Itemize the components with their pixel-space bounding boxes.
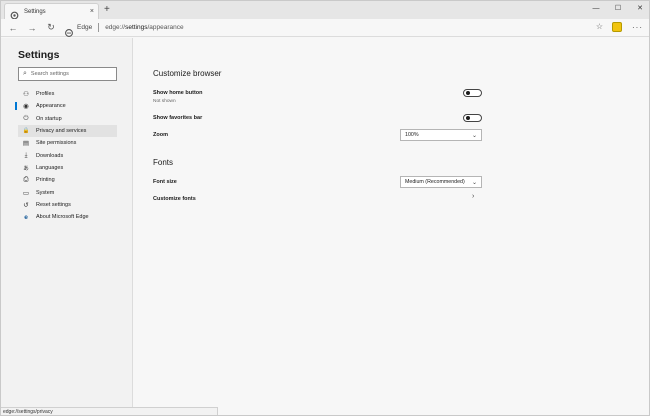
sidebar-item-profiles[interactable]: ⚇ Profiles	[18, 88, 117, 100]
forward-button[interactable]: →	[25, 21, 39, 35]
sidebar-item-printing[interactable]: ⎙ Printing	[18, 174, 117, 186]
edge-logo-icon: e	[24, 213, 28, 221]
search-icon: ⌕	[23, 70, 27, 77]
show-favorites-label: Show favorites bar	[153, 115, 203, 121]
reset-icon: ↺	[23, 201, 29, 209]
font-size-value: Medium (Recommended)	[405, 179, 465, 185]
zoom-label: Zoom	[153, 132, 168, 138]
zoom-value: 100%	[405, 132, 419, 138]
tab-settings[interactable]: Settings ×	[4, 3, 99, 20]
show-home-label: Show home button	[153, 90, 203, 96]
section-title-customize: Customize browser	[153, 69, 222, 78]
section-title-fonts: Fonts	[153, 158, 174, 167]
chevron-right-icon[interactable]: ›	[472, 193, 474, 200]
zoom-dropdown[interactable]: 100% ⌄	[400, 129, 482, 141]
url-path: /appearance	[147, 24, 184, 31]
settings-sidebar: Settings ⌕ ⚇ Profiles ◉ Appearance ⏻ On …	[1, 38, 133, 408]
palette-icon: ◉	[23, 103, 29, 111]
tab-strip: Settings × + — ☐ ✕	[1, 1, 649, 20]
search-input[interactable]	[30, 71, 111, 77]
new-tab-button[interactable]: +	[104, 4, 110, 16]
sidebar-item-about[interactable]: e About Microsoft Edge	[18, 211, 117, 223]
font-size-dropdown[interactable]: Medium (Recommended) ⌄	[400, 176, 482, 188]
download-icon: ⤓	[24, 151, 28, 159]
more-menu-icon[interactable]: ···	[632, 23, 643, 32]
tab-title: Settings	[24, 8, 46, 15]
lock-icon: 🔒	[22, 128, 30, 135]
font-size-label: Font size	[153, 179, 177, 185]
url-host: settings	[125, 24, 148, 31]
toggle-knob	[466, 116, 470, 120]
search-box[interactable]: ⌕	[18, 67, 117, 81]
toolbar: ← → ↻ Edge edge://settings/appearance ☆ …	[1, 19, 649, 37]
browser-window: Settings × + — ☐ ✕ ← → ↻ Edge edge://set…	[0, 0, 650, 416]
chevron-down-icon: ⌄	[471, 179, 477, 186]
permissions-icon: ▤	[22, 140, 30, 148]
sidebar-item-label: Reset settings	[36, 201, 71, 208]
minimize-button[interactable]: —	[585, 1, 607, 15]
sidebar-item-label: System	[36, 189, 55, 196]
address-brand: Edge	[77, 24, 93, 31]
address-url[interactable]: edge://settings/appearance	[105, 24, 183, 31]
sidebar-item-appearance[interactable]: ◉ Appearance	[15, 100, 117, 112]
close-window-button[interactable]: ✕	[629, 1, 649, 15]
url-prefix: edge://	[105, 24, 126, 31]
sidebar-item-label: Printing	[36, 177, 55, 184]
favorite-star-icon[interactable]: ☆	[596, 22, 603, 31]
edge-logo-icon	[65, 24, 73, 37]
show-home-subtext: Not shown	[153, 99, 176, 104]
address-bar[interactable]: Edge edge://settings/appearance ☆	[61, 21, 611, 37]
printer-icon: ⎙	[23, 176, 29, 184]
window-controls: — ☐ ✕	[585, 1, 649, 15]
chevron-down-icon: ⌄	[471, 132, 477, 139]
toggle-knob	[466, 91, 470, 95]
status-bar-url: edge://settings/privacy	[1, 407, 218, 415]
sidebar-item-privacy[interactable]: 🔒 Privacy and services	[18, 124, 117, 138]
sidebar-nav: ⚇ Profiles ◉ Appearance ⏻ On startup 🔒 P…	[15, 88, 117, 223]
customize-fonts-label[interactable]: Customize fonts	[153, 196, 196, 202]
sidebar-title: Settings	[18, 49, 60, 61]
back-button[interactable]: ←	[6, 21, 20, 35]
refresh-button[interactable]: ↻	[44, 21, 58, 35]
sidebar-item-label: Site permissions	[36, 140, 77, 147]
sidebar-item-languages[interactable]: あ Languages	[18, 162, 117, 174]
close-tab-icon[interactable]: ×	[90, 8, 94, 15]
languages-icon: あ	[23, 165, 29, 172]
address-separator	[98, 23, 100, 32]
sidebar-item-reset[interactable]: ↺ Reset settings	[18, 199, 117, 211]
sidebar-item-label: Downloads	[36, 152, 64, 159]
gear-icon	[10, 7, 19, 20]
power-icon: ⏻	[23, 114, 29, 122]
sidebar-item-label: Appearance	[36, 103, 66, 110]
settings-content: Customize browser Show home button Not s…	[134, 38, 649, 408]
maximize-button[interactable]: ☐	[607, 1, 629, 15]
sidebar-item-label: Privacy and services	[36, 128, 87, 135]
sidebar-item-label: Profiles	[36, 91, 55, 98]
sidebar-item-label: About Microsoft Edge	[36, 214, 89, 221]
collections-icon[interactable]	[612, 22, 622, 32]
person-icon: ⚇	[23, 91, 29, 99]
sidebar-item-on-startup[interactable]: ⏻ On startup	[18, 113, 117, 125]
toolbar-right: ···	[612, 22, 643, 32]
sidebar-item-system[interactable]: ▭ System	[18, 186, 117, 198]
system-icon: ▭	[22, 189, 30, 197]
sidebar-item-downloads[interactable]: ⤓ Downloads	[18, 149, 117, 161]
sidebar-item-label: On startup	[36, 115, 62, 122]
show-home-toggle[interactable]	[463, 89, 482, 97]
show-favorites-toggle[interactable]	[463, 114, 482, 122]
sidebar-item-label: Languages	[36, 164, 64, 171]
sidebar-item-site-permissions[interactable]: ▤ Site permissions	[18, 137, 117, 149]
